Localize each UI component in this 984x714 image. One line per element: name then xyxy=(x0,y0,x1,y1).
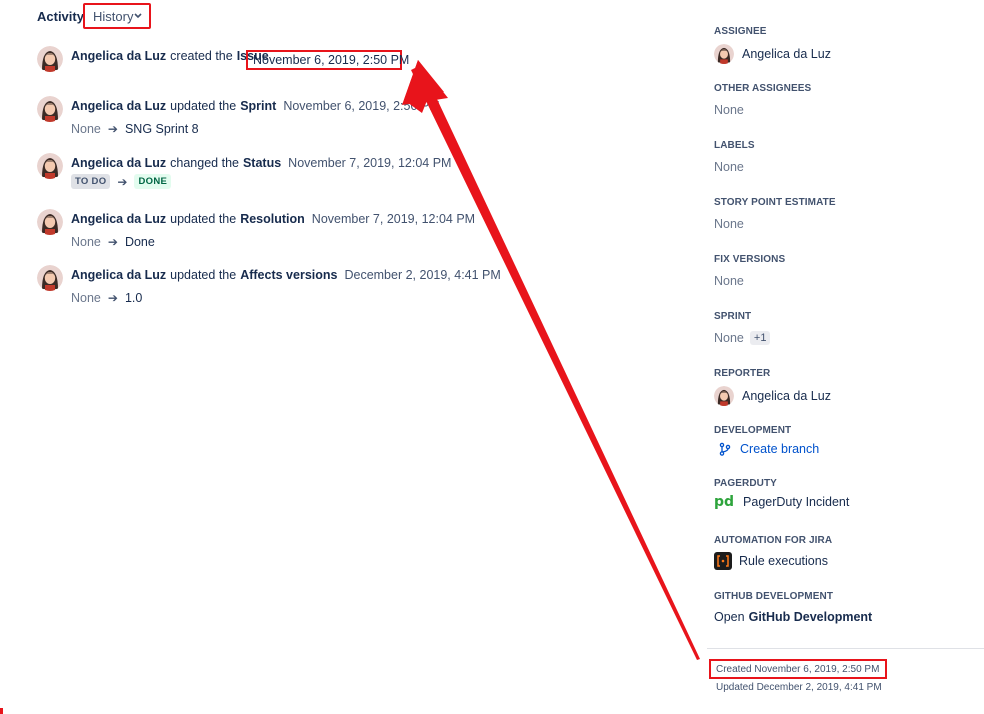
activity-user[interactable]: Angelica da Luz xyxy=(71,49,166,63)
field-pagerduty: PAGERDUTY pd PagerDuty Incident xyxy=(714,478,849,510)
arrow-right-icon: ➔ xyxy=(107,235,118,249)
avatar[interactable] xyxy=(37,209,63,235)
activity-user[interactable]: Angelica da Luz xyxy=(71,212,166,226)
sprint-none: None xyxy=(714,331,744,345)
activity-verb: updated the xyxy=(170,99,237,113)
field-sprint: SPRINT None +1 xyxy=(714,311,771,345)
change-from: None xyxy=(71,122,101,136)
activity-user[interactable]: Angelica da Luz xyxy=(71,99,166,113)
github-open-prefix: Open xyxy=(714,610,745,624)
field-other-assignees: OTHER ASSIGNEES None xyxy=(714,83,811,117)
field-reporter: REPORTER Angelica da Luz xyxy=(714,368,831,406)
field-label: AUTOMATION FOR JIRA xyxy=(714,535,833,546)
open-github-link[interactable]: Open GitHub Development xyxy=(714,610,872,624)
field-label: REPORTER xyxy=(714,368,771,379)
field-label: FIX VERSIONS xyxy=(714,254,786,265)
activity-verb: updated the xyxy=(170,268,237,282)
reporter-value[interactable]: Angelica da Luz xyxy=(714,386,831,406)
field-label: SPRINT xyxy=(714,311,752,322)
change-to: SNG Sprint 8 xyxy=(124,122,199,136)
activity-date: November 7, 2019, 12:04 PM xyxy=(288,156,452,170)
field-github: GITHUB DEVELOPMENT Open GitHub Developme… xyxy=(714,591,872,624)
field-label: PAGERDUTY xyxy=(714,478,777,489)
labels-value[interactable]: None xyxy=(714,160,755,174)
created-timestamp: Created November 6, 2019, 2:50 PM xyxy=(709,659,887,679)
activity-filter-value: History xyxy=(93,8,134,24)
status-lozenge-done: DONE xyxy=(134,174,172,189)
arrow-right-icon: ➔ xyxy=(107,122,118,136)
field-fix-versions: FIX VERSIONS None xyxy=(714,254,785,288)
pagerduty-incident[interactable]: pd PagerDuty Incident xyxy=(714,494,849,510)
activity-title: Activity xyxy=(37,9,84,24)
avatar xyxy=(714,44,734,64)
activity-date: November 6, 2019, 2:50 PM xyxy=(283,99,440,113)
activity-user[interactable]: Angelica da Luz xyxy=(71,156,166,170)
updated-timestamp: Updated December 2, 2019, 4:41 PM xyxy=(716,682,882,693)
chevron-down-icon xyxy=(134,13,142,19)
arrow-right-icon: ➔ xyxy=(107,291,118,305)
activity-date: November 7, 2019, 12:04 PM xyxy=(311,212,476,226)
create-branch-label: Create branch xyxy=(740,442,820,456)
field-label: LABELS xyxy=(714,140,755,151)
story-points-value[interactable]: None xyxy=(714,217,836,231)
divider xyxy=(707,648,984,649)
field-label: STORY POINT ESTIMATE xyxy=(714,197,836,208)
rule-executions[interactable]: Rule executions xyxy=(714,552,832,570)
field-label: DEVELOPMENT xyxy=(714,425,792,436)
arrow-right-icon: ➔ xyxy=(117,174,128,189)
avatar[interactable] xyxy=(37,46,63,72)
rule-executions-label: Rule executions xyxy=(739,554,828,568)
activity-verb: created the xyxy=(170,49,233,63)
activity-user[interactable]: Angelica da Luz xyxy=(71,268,166,282)
change-to: Done xyxy=(124,235,155,249)
assignee-name: Angelica da Luz xyxy=(742,47,831,61)
pagerduty-logo-icon: pd xyxy=(714,494,735,510)
field-development: DEVELOPMENT Create branch xyxy=(714,425,819,456)
pagerduty-incident-label: PagerDuty Incident xyxy=(743,495,850,509)
avatar xyxy=(714,386,734,406)
field-label: OTHER ASSIGNEES xyxy=(714,83,812,94)
field-story-points: STORY POINT ESTIMATE None xyxy=(714,197,836,231)
change-from: None xyxy=(71,235,101,249)
activity-field: Status xyxy=(242,156,282,170)
github-label: GitHub Development xyxy=(748,610,873,624)
status-lozenge-todo: TO DO xyxy=(71,174,111,189)
activity-verb: updated the xyxy=(170,212,237,226)
activity-filter-select[interactable]: History xyxy=(83,3,151,29)
branch-icon xyxy=(719,442,731,456)
field-automation: AUTOMATION FOR JIRA Rule executions xyxy=(714,535,832,570)
activity-verb: changed the xyxy=(170,156,239,170)
activity-field: Sprint xyxy=(240,99,277,113)
activity-date-highlighted: November 6, 2019, 2:50 PM xyxy=(246,50,409,70)
activity-date: December 2, 2019, 4:41 PM xyxy=(344,268,501,282)
field-label: GITHUB DEVELOPMENT xyxy=(714,591,834,602)
activity-field: Affects versions xyxy=(240,268,338,282)
avatar[interactable] xyxy=(37,153,63,179)
sprint-more-badge[interactable]: +1 xyxy=(749,331,771,345)
sprint-value[interactable]: None +1 xyxy=(714,331,771,345)
automation-logo-icon xyxy=(714,552,732,570)
field-label: ASSIGNEE xyxy=(714,26,767,37)
create-branch-link[interactable]: Create branch xyxy=(714,442,819,456)
fix-versions-value[interactable]: None xyxy=(714,274,785,288)
reporter-name: Angelica da Luz xyxy=(742,389,831,403)
avatar[interactable] xyxy=(37,96,63,122)
other-assignees-value[interactable]: None xyxy=(714,103,811,117)
field-labels: LABELS None xyxy=(714,140,755,174)
change-to: 1.0 xyxy=(124,291,143,305)
avatar[interactable] xyxy=(37,265,63,291)
assignee-value[interactable]: Angelica da Luz xyxy=(714,44,831,64)
field-assignee: ASSIGNEE Angelica da Luz xyxy=(714,26,831,64)
activity-field: Resolution xyxy=(240,212,305,226)
change-from: None xyxy=(71,291,101,305)
